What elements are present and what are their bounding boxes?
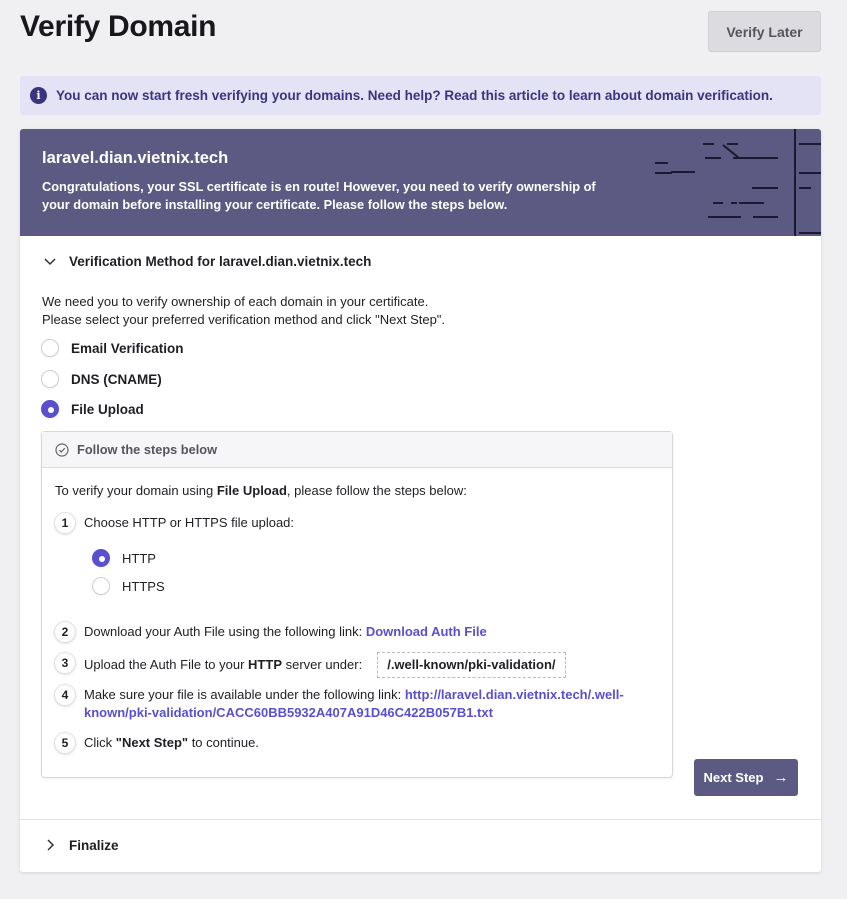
finalize-toggle[interactable]: Finalize: [42, 837, 119, 853]
protocol-label: HTTPS: [122, 578, 165, 594]
section-divider: [20, 819, 821, 820]
step-4-text: Make sure your file is available under t…: [84, 687, 405, 702]
decorative-lines-graphic: [655, 129, 821, 236]
intro-line-1: We need you to verify ownership of each …: [42, 294, 429, 309]
chevron-right-icon: [47, 839, 55, 851]
steps-intro-text-end: , please follow the steps below:: [286, 483, 467, 498]
step-1: 1 Choose HTTP or HTTPS file upload:: [54, 512, 294, 534]
step-2: 2 Download your Auth File using the foll…: [54, 621, 487, 643]
step-3: 3 Upload the Auth File to your HTTP serv…: [54, 652, 566, 678]
step-5-text: Click: [84, 735, 116, 750]
step-3-protocol: HTTP: [248, 657, 282, 672]
steps-intro-text: To verify your domain using: [55, 483, 217, 498]
step-5-text-end: to continue.: [188, 735, 259, 750]
step-text: Upload the Auth File to your HTTP server…: [84, 652, 566, 678]
check-circle-icon: [55, 442, 69, 457]
step-2-text: Download your Auth File using the follow…: [84, 624, 366, 639]
verification-card: laravel.dian.vietnix.tech Congratulation…: [20, 129, 821, 872]
protocol-http-radio[interactable]: HTTP: [92, 549, 156, 567]
step-5: 5 Click "Next Step" to continue.: [54, 732, 259, 754]
next-step-button[interactable]: Next Step →: [694, 759, 798, 796]
steps-intro-method: File Upload: [216, 483, 287, 498]
arrow-right-icon: →: [773, 769, 789, 786]
info-icon: i: [30, 87, 47, 104]
method-label: File Upload: [71, 401, 144, 417]
protocol-label: HTTP: [122, 550, 156, 566]
step-number: 1: [54, 512, 76, 534]
page-title: Verify Domain: [20, 10, 217, 43]
info-banner: i You can now start fresh verifying your…: [20, 76, 821, 115]
finalize-title: Finalize: [69, 837, 119, 853]
validation-url-part-2[interactable]: known/pki-validation/CACC60BB5932A407A91…: [84, 705, 493, 720]
domain-name: laravel.dian.vietnix.tech: [42, 149, 229, 167]
radio-button-selected[interactable]: [92, 549, 110, 567]
protocol-https-radio[interactable]: HTTPS: [92, 577, 165, 595]
steps-header-text: Follow the steps below: [77, 442, 218, 457]
verification-intro: We need you to verify ownership of each …: [42, 293, 445, 329]
step-text: Choose HTTP or HTTPS file upload:: [84, 515, 295, 530]
step-text: Make sure your file is available under t…: [84, 684, 624, 722]
method-file-upload-radio[interactable]: File Upload: [41, 400, 144, 418]
download-auth-file-link[interactable]: Download Auth File: [366, 624, 487, 639]
step-number: 3: [54, 652, 76, 674]
step-text: Click "Next Step" to continue.: [84, 732, 259, 752]
validation-path[interactable]: /.well-known/pki-validation/: [377, 652, 566, 678]
step-4: 4 Make sure your file is available under…: [54, 684, 624, 722]
chevron-down-icon: [44, 258, 56, 266]
radio-button[interactable]: [41, 339, 59, 357]
step-number: 5: [54, 732, 76, 754]
next-step-label: Next Step: [703, 770, 764, 785]
method-dns-radio[interactable]: DNS (CNAME): [41, 370, 162, 388]
step-3-text-end: server under:: [282, 657, 363, 672]
info-banner-text[interactable]: You can now start fresh verifying your d…: [56, 88, 773, 103]
radio-button-selected[interactable]: [41, 400, 59, 418]
steps-intro: To verify your domain using File Upload,…: [55, 483, 467, 498]
step-number: 2: [54, 621, 76, 643]
step-number: 4: [54, 684, 76, 706]
steps-panel: Follow the steps below To verify your do…: [41, 431, 673, 778]
method-label: Email Verification: [71, 340, 184, 356]
verification-method-toggle[interactable]: Verification Method for laravel.dian.vie…: [42, 253, 371, 269]
step-5-bold: "Next Step": [115, 735, 189, 750]
radio-button[interactable]: [41, 370, 59, 388]
step-3-text: Upload the Auth File to your: [84, 657, 249, 672]
method-email-radio[interactable]: Email Verification: [41, 339, 184, 357]
validation-url-part-1[interactable]: http://laravel.dian.vietnix.tech/.well-: [405, 687, 624, 702]
step-text: Download your Auth File using the follow…: [84, 621, 487, 641]
verify-later-button[interactable]: Verify Later: [708, 11, 821, 52]
radio-button[interactable]: [92, 577, 110, 595]
verification-method-title: Verification Method for laravel.dian.vie…: [69, 253, 372, 269]
congrats-message: Congratulations, your SSL certificate is…: [42, 179, 596, 212]
intro-line-2: Please select your preferred verificatio…: [42, 312, 446, 327]
method-label: DNS (CNAME): [71, 371, 162, 387]
card-header: laravel.dian.vietnix.tech Congratulation…: [20, 129, 821, 236]
steps-panel-header: Follow the steps below: [42, 432, 672, 468]
